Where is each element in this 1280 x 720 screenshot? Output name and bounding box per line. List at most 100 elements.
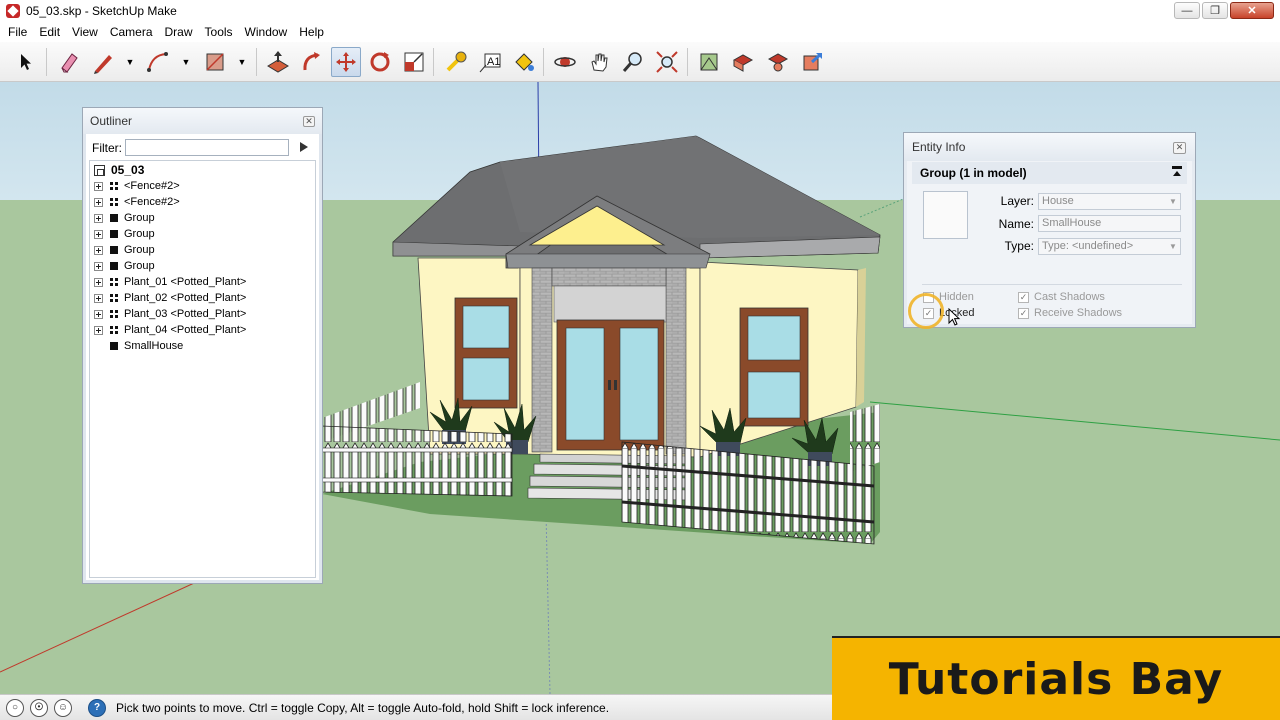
material-swatch[interactable] [923,191,968,239]
status-message: Pick two points to move. Ctrl = toggle C… [116,700,610,715]
main-toolbar: ▼ ▼ ▼ A1 [0,42,1280,82]
share-model-icon[interactable] [797,47,827,77]
close-window-button[interactable]: ✕ [1230,2,1274,19]
tree-item[interactable]: <Fence#2> [94,194,180,210]
entity-info-header[interactable]: Entity Info ✕ [904,133,1195,161]
chevron-down-icon: ▼ [1169,197,1177,206]
layer-value: House [1042,195,1074,207]
menu-edit[interactable]: Edit [33,22,66,42]
components-icon[interactable] [728,47,758,77]
outliner-header[interactable]: Outliner ✕ [83,108,322,134]
divider [922,284,1182,285]
rotate-icon[interactable] [365,47,395,77]
expand-icon[interactable] [94,261,103,271]
tree-item-label: Group [124,212,155,224]
tree-item-label: <Fence#2> [124,196,180,208]
model-icon [94,164,105,176]
outliner-filter-row: Filter: [92,139,289,156]
tape-measure-icon[interactable] [441,47,471,77]
paint-bucket-icon[interactable] [509,47,539,77]
pencil-dropdown-icon[interactable]: ▼ [124,56,136,68]
orbit-icon[interactable] [550,47,580,77]
menu-tools[interactable]: Tools [199,22,239,42]
user-account-icon[interactable]: ☺ [54,698,72,717]
cast-shadows-checkbox-row[interactable]: ✓ Cast Shadows [1018,291,1105,303]
tree-item-label: Group [124,228,155,240]
arc-icon[interactable] [143,47,173,77]
group-icon [110,262,118,270]
geolocation-icon[interactable]: ○ [6,698,24,717]
component-icon [110,310,118,318]
name-field[interactable]: SmallHouse [1038,215,1181,232]
cast-shadows-checkbox[interactable]: ✓ [1018,291,1029,303]
scale-icon[interactable] [399,47,429,77]
tree-item[interactable]: Plant_02 <Potted_Plant> [94,290,246,306]
tree-item[interactable]: Plant_03 <Potted_Plant> [94,306,246,322]
group-icon [110,342,118,350]
menu-help[interactable]: Help [293,22,330,42]
entity-info-close-icon[interactable]: ✕ [1173,142,1186,154]
arc-dropdown-icon[interactable]: ▼ [180,56,192,68]
expand-icon[interactable] [94,181,103,191]
expand-icon[interactable] [94,325,103,335]
select-icon[interactable] [11,47,41,77]
expand-icon[interactable] [94,277,103,287]
follow-me-icon[interactable] [297,47,327,77]
layer-select[interactable]: House ▼ [1038,193,1181,210]
tree-item[interactable]: Plant_04 <Potted_Plant> [94,322,246,338]
rectangle-icon[interactable] [200,47,230,77]
tree-item-selected[interactable]: SmallHouse [110,338,183,354]
name-label: Name: [998,217,1034,231]
outliner-close-icon[interactable]: ✕ [303,116,315,127]
minimize-button[interactable]: — [1174,2,1200,19]
3d-warehouse-icon[interactable] [694,47,724,77]
zoom-icon[interactable] [618,47,648,77]
push-pull-icon[interactable] [263,47,293,77]
text-icon[interactable]: A1 [475,47,505,77]
tree-item[interactable]: Group [94,226,155,242]
credits-icon[interactable]: ☉ [30,698,48,717]
pencil-line-icon[interactable] [88,47,118,77]
move-icon[interactable] [331,47,361,77]
shapes-dropdown-icon[interactable]: ▼ [236,56,248,68]
outliner-details-arrow-icon[interactable] [297,140,311,154]
type-select[interactable]: Type: <undefined> ▼ [1038,238,1181,255]
expand-icon[interactable] [94,245,103,255]
group-icon [110,214,118,222]
expand-icon[interactable] [94,197,103,207]
expand-icon[interactable] [94,293,103,303]
tree-item[interactable]: Group [94,258,155,274]
sketchup-logo-icon [6,4,20,18]
zoom-extents-icon[interactable] [652,47,682,77]
tree-item[interactable]: Plant_01 <Potted_Plant> [94,274,246,290]
instructor-help-icon[interactable]: ? [88,698,106,717]
tree-item[interactable]: <Fence#2> [94,178,180,194]
eraser-icon[interactable] [53,47,83,77]
receive-shadows-checkbox[interactable]: ✓ [1018,307,1029,319]
tree-item-label: Plant_02 <Potted_Plant> [124,292,247,304]
receive-shadows-checkbox-row[interactable]: ✓ Receive Shadows [1018,307,1122,319]
restore-button[interactable]: ❐ [1202,2,1228,19]
menu-camera[interactable]: Camera [104,22,159,42]
expand-icon[interactable] [94,213,103,223]
type-label: Type: [1004,239,1034,253]
menu-view[interactable]: View [66,22,104,42]
menu-draw[interactable]: Draw [159,22,199,42]
filter-input[interactable] [125,139,289,156]
pan-icon[interactable] [584,47,614,77]
tree-item[interactable]: Group [94,210,155,226]
outliner-root[interactable]: 05_03 [94,163,144,177]
tree-item[interactable]: Group [94,242,155,258]
expand-icon[interactable] [94,229,103,239]
menu-file[interactable]: File [2,22,33,42]
window-controls: — ❐ ✕ [1174,2,1274,19]
extension-warehouse-icon[interactable] [763,47,793,77]
receive-shadows-label: Receive Shadows [1034,307,1123,319]
outliner-tree[interactable]: 05_03 <Fence#2> <Fence#2> Group Group Gr… [89,160,316,578]
tree-item-label: Plant_03 <Potted_Plant> [124,308,247,320]
expand-icon[interactable] [94,309,103,319]
collapse-details-icon[interactable] [1171,164,1183,180]
svg-text:A1: A1 [487,56,500,68]
tree-item-label: Plant_01 <Potted_Plant> [124,276,247,288]
menu-window[interactable]: Window [239,22,294,42]
